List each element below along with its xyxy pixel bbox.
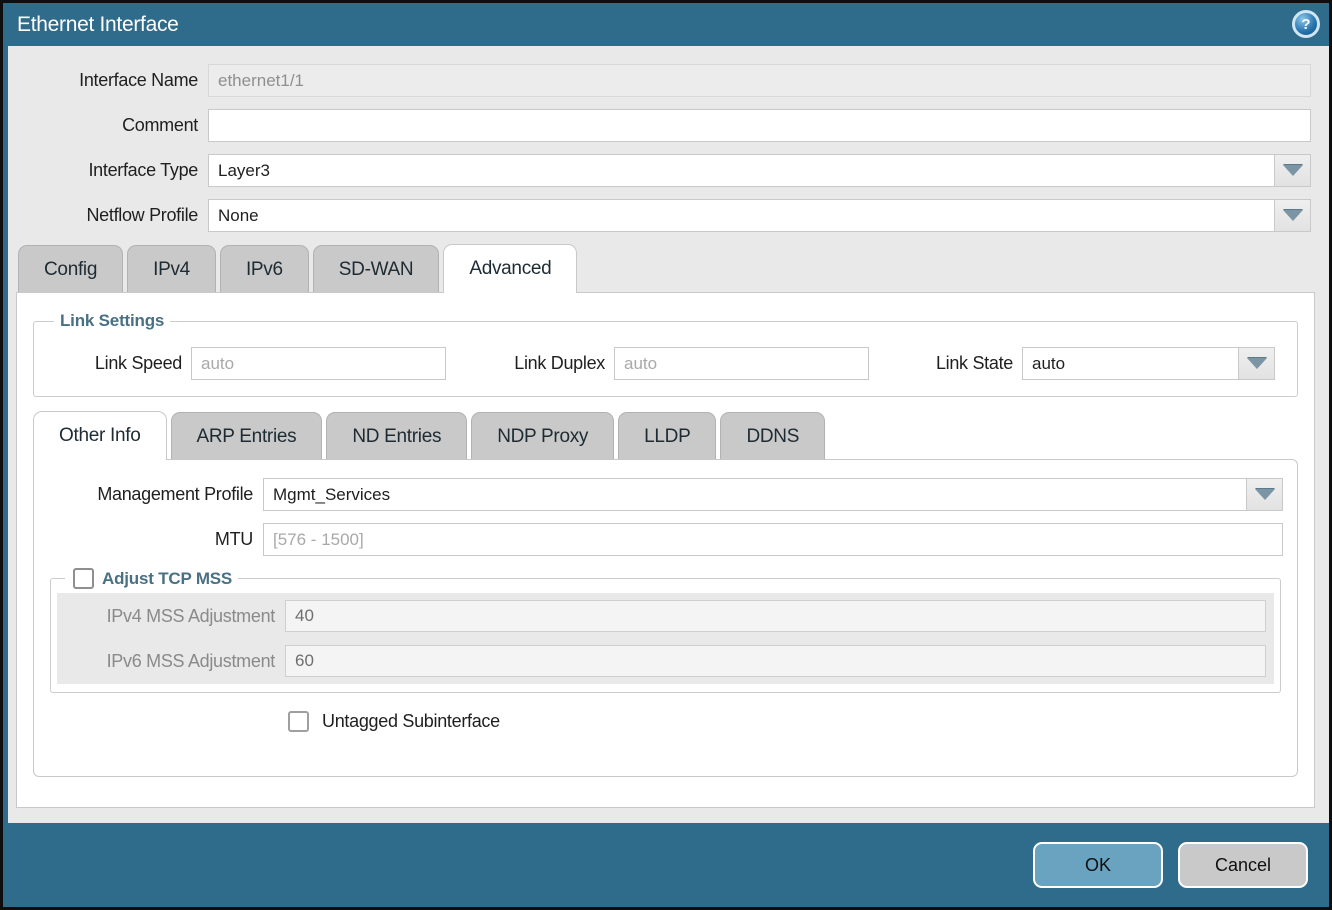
window-frame: Ethernet Interface ? Interface Name Comm… [0, 0, 1332, 910]
tab-ipv4[interactable]: IPv4 [127, 245, 216, 292]
ethernet-interface-dialog: Ethernet Interface ? Interface Name Comm… [3, 3, 1329, 907]
ipv6-mss-field [285, 645, 1266, 677]
adjust-tcp-mss-label: Adjust TCP MSS [102, 569, 232, 589]
management-profile-trigger[interactable] [1246, 478, 1283, 511]
help-icon[interactable]: ? [1292, 10, 1320, 38]
ipv6-mss-row: IPv6 MSS Adjustment [57, 645, 1266, 677]
advanced-tab-panel: Link Settings Link Speed Link Duplex Lin… [16, 292, 1315, 808]
adjust-tcp-mss-legend-wrap: Adjust TCP MSS [65, 568, 238, 589]
mss-disabled-panel: IPv4 MSS Adjustment IPv6 MSS Adjustment [57, 593, 1274, 684]
link-speed-label: Link Speed [46, 353, 191, 374]
tab-nd-entries[interactable]: ND Entries [326, 412, 467, 459]
ipv4-mss-row: IPv4 MSS Adjustment [57, 600, 1266, 632]
netflow-profile-dropdown[interactable] [208, 199, 1311, 232]
interface-type-label: Interface Type [8, 160, 208, 181]
link-state-dropdown[interactable] [1022, 347, 1275, 380]
interface-name-label: Interface Name [8, 70, 208, 91]
interface-type-value[interactable] [208, 154, 1274, 187]
titlebar: Ethernet Interface [3, 3, 1329, 46]
dialog-title: Ethernet Interface [17, 13, 179, 37]
untagged-subinterface-checkbox[interactable] [288, 711, 309, 732]
inner-tabstrip: Other Info ARP Entries ND Entries NDP Pr… [33, 411, 1298, 459]
link-settings-row: Link Speed Link Duplex Link State [46, 341, 1285, 380]
mtu-label: MTU [48, 529, 263, 550]
tab-ndp-proxy[interactable]: NDP Proxy [471, 412, 614, 459]
tab-config[interactable]: Config [18, 245, 123, 292]
help-glyph: ? [1301, 16, 1310, 33]
link-state-value[interactable] [1022, 347, 1238, 380]
link-state-group: Link State [922, 347, 1275, 380]
adjust-tcp-mss-fieldset: Adjust TCP MSS IPv4 MSS Adjustment IPv6 … [50, 568, 1281, 693]
other-info-panel: Management Profile MTU [33, 459, 1298, 777]
chevron-down-icon [1283, 165, 1303, 176]
management-profile-value[interactable] [263, 478, 1246, 511]
chevron-down-icon [1283, 210, 1303, 221]
mtu-row: MTU [48, 523, 1283, 556]
interface-name-row: Interface Name [8, 64, 1311, 97]
link-settings-legend: Link Settings [54, 311, 170, 331]
adjust-tcp-mss-checkbox[interactable] [73, 568, 94, 589]
tab-sdwan[interactable]: SD-WAN [313, 245, 440, 292]
tab-arp-entries[interactable]: ARP Entries [171, 412, 323, 459]
ipv4-mss-field [285, 600, 1266, 632]
netflow-profile-value[interactable] [208, 199, 1274, 232]
dialog-body: Interface Name Comment Interface Type Ne… [8, 46, 1329, 823]
cancel-button[interactable]: Cancel [1178, 842, 1308, 888]
interface-type-row: Interface Type [8, 154, 1311, 187]
netflow-profile-label: Netflow Profile [8, 205, 208, 226]
main-tabstrip: Config IPv4 IPv6 SD-WAN Advanced [8, 244, 1329, 292]
tab-advanced[interactable]: Advanced [443, 244, 577, 293]
interface-name-field [208, 64, 1311, 97]
untagged-subinterface-label: Untagged Subinterface [322, 711, 500, 732]
link-settings-fieldset: Link Settings Link Speed Link Duplex Lin… [33, 311, 1298, 397]
interface-type-dropdown[interactable] [208, 154, 1311, 187]
link-speed-group: Link Speed [46, 347, 446, 380]
link-speed-field[interactable] [191, 347, 446, 380]
management-profile-dropdown[interactable] [263, 478, 1283, 511]
chevron-down-icon [1255, 489, 1275, 500]
chevron-down-icon [1247, 358, 1267, 369]
ok-button[interactable]: OK [1033, 842, 1163, 888]
tab-ddns[interactable]: DDNS [720, 412, 825, 459]
management-profile-label: Management Profile [48, 484, 263, 505]
ipv4-mss-label: IPv4 MSS Adjustment [57, 606, 285, 627]
comment-field[interactable] [208, 109, 1311, 142]
netflow-profile-row: Netflow Profile [8, 199, 1311, 232]
interface-type-trigger[interactable] [1274, 154, 1311, 187]
management-profile-row: Management Profile [48, 478, 1283, 511]
link-state-trigger[interactable] [1238, 347, 1275, 380]
link-duplex-label: Link Duplex [499, 353, 614, 374]
comment-label: Comment [8, 115, 208, 136]
untagged-subinterface-row: Untagged Subinterface [288, 711, 1283, 732]
tab-other-info[interactable]: Other Info [33, 411, 167, 460]
ipv6-mss-label: IPv6 MSS Adjustment [57, 651, 285, 672]
tab-ipv6[interactable]: IPv6 [220, 245, 309, 292]
comment-row: Comment [8, 109, 1311, 142]
link-duplex-group: Link Duplex [499, 347, 869, 380]
link-state-label: Link State [922, 353, 1022, 374]
mtu-field[interactable] [263, 523, 1283, 556]
tab-lldp[interactable]: LLDP [618, 412, 716, 459]
footer: OK Cancel [3, 823, 1329, 907]
netflow-profile-trigger[interactable] [1274, 199, 1311, 232]
link-duplex-field[interactable] [614, 347, 869, 380]
